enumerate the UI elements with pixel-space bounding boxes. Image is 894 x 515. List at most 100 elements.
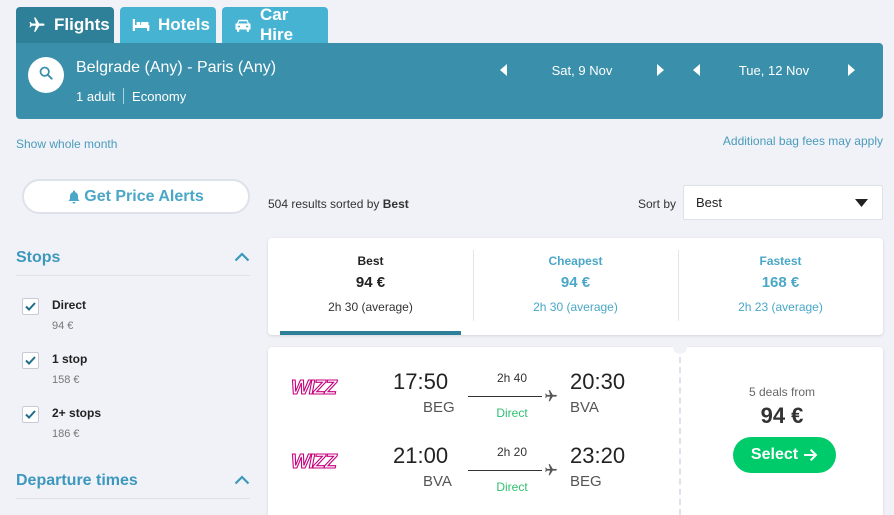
plane-icon — [545, 390, 557, 402]
arrive-time: 23:20 — [570, 443, 626, 468]
depart-prev-button[interactable] — [495, 61, 513, 79]
result-card[interactable]: WIZZ 17:50 BEG 2h 40 Direct 20:30 BVA WI… — [268, 340, 883, 515]
summary-average: 2h 23 (average) — [738, 300, 823, 314]
flight-leg-outbound: WIZZ 17:50 BEG 2h 40 Direct 20:30 BVA — [268, 367, 679, 427]
card-divider — [679, 347, 681, 515]
chevron-up-icon — [234, 249, 250, 267]
stops-filter-header[interactable]: Stops — [16, 249, 250, 276]
select-button-label: Select — [750, 446, 799, 463]
two-plus-stops-checkbox[interactable] — [22, 406, 39, 423]
depart-next-button[interactable] — [651, 61, 669, 79]
arrive-time: 20:30 — [570, 369, 626, 394]
summary-price: 94 € — [355, 274, 386, 291]
sort-select-value: Best — [696, 195, 723, 210]
summary-tab-fastest[interactable]: Fastest 168 € 2h 23 (average) — [678, 238, 883, 335]
results-count: 504 results sorted by Best — [268, 197, 409, 211]
select-button[interactable]: Select — [733, 437, 836, 473]
return-date[interactable]: Tue, 12 Nov — [706, 63, 842, 78]
tab-car-hire[interactable]: Car Hire — [222, 5, 328, 44]
search-button[interactable] — [28, 57, 64, 93]
sort-label: Sort by — [638, 197, 677, 211]
stops-option-direct: Direct 94 € — [22, 298, 86, 332]
ticket-notch — [673, 340, 687, 354]
checkmark-icon — [25, 302, 36, 311]
results-sorted-by: Best — [382, 197, 409, 211]
caret-left-icon — [500, 64, 507, 76]
depart-airport: BVA — [423, 473, 452, 490]
caret-right-icon — [657, 64, 664, 76]
flight-duration: 2h 20 — [496, 445, 528, 459]
tab-hotels-label: Hotels — [158, 15, 210, 34]
stops-option-label: 2+ stops — [52, 406, 102, 420]
arrow-right-icon — [804, 449, 818, 461]
return-prev-button[interactable] — [688, 61, 706, 79]
stops-option-2-plus: 2+ stops 186 € — [22, 406, 101, 440]
arrive-airport: BVA — [570, 399, 599, 416]
tab-flights-label: Flights — [54, 15, 110, 34]
bell-icon — [68, 190, 80, 204]
stops-text: Direct — [496, 406, 528, 420]
direct-checkbox[interactable] — [22, 298, 39, 315]
arrive-airport: BEG — [570, 473, 602, 490]
sort-select[interactable]: Best — [683, 185, 883, 220]
summary-price: 168 € — [761, 274, 800, 291]
summary-title: Fastest — [759, 254, 802, 268]
stops-option-price: 186 € — [52, 428, 80, 440]
results-count-text: 504 results sorted by — [268, 197, 380, 211]
depart-date-nav: Sat, 9 Nov — [495, 61, 669, 79]
car-icon — [234, 15, 252, 35]
stops-option-label: 1 stop — [52, 352, 88, 366]
price-alert-button[interactable]: Get Price Alerts — [22, 179, 250, 214]
stops-option-label: Direct — [52, 298, 87, 312]
tab-hotels[interactable]: Hotels — [120, 7, 216, 43]
search-icon — [39, 66, 53, 85]
stops-option-1-stop: 1 stop 158 € — [22, 352, 87, 386]
summary-title: Cheapest — [548, 254, 603, 268]
summary-tab-best[interactable]: Best 94 € 2h 30 (average) — [268, 238, 473, 335]
deals-count: 5 deals from — [748, 385, 816, 399]
price-alert-label: Get Price Alerts — [84, 187, 204, 205]
departure-times-filter-title: Departure times — [16, 472, 138, 489]
depart-airport: BEG — [423, 399, 455, 416]
return-next-button[interactable] — [842, 61, 860, 79]
summary-tab-cheapest[interactable]: Cheapest 94 € 2h 30 (average) — [473, 238, 678, 335]
cabin-class: Economy — [132, 88, 187, 104]
wizz-air-logo: WIZZ — [290, 449, 340, 473]
plane-icon — [545, 464, 557, 476]
chevron-up-icon — [234, 472, 250, 490]
flight-duration: 2h 40 — [496, 371, 528, 385]
departure-times-filter-header[interactable]: Departure times — [16, 472, 250, 499]
caret-right-icon — [848, 64, 855, 76]
return-date-nav: Tue, 12 Nov — [688, 61, 860, 79]
flight-line — [468, 470, 542, 471]
divider — [123, 88, 125, 104]
svg-text:WIZZ: WIZZ — [291, 451, 338, 473]
depart-date[interactable]: Sat, 9 Nov — [513, 63, 651, 78]
sort-summary-tabs: Best 94 € 2h 30 (average) Cheapest 94 € … — [268, 238, 883, 335]
summary-title: Best — [357, 254, 384, 268]
flight-line — [468, 396, 542, 397]
caret-left-icon — [693, 64, 700, 76]
deal-price: 94 € — [760, 403, 804, 428]
stops-option-price: 158 € — [52, 374, 80, 386]
depart-time: 21:00 — [393, 443, 449, 468]
checkmark-icon — [25, 356, 36, 365]
show-whole-month-link[interactable]: Show whole month — [16, 137, 117, 151]
passenger-count: 1 adult — [76, 88, 116, 104]
tab-flights[interactable]: Flights — [16, 7, 114, 43]
bag-fees-link[interactable]: Additional bag fees may apply — [723, 134, 883, 148]
tab-car-hire-label: Car Hire — [260, 5, 294, 44]
active-tab-indicator — [280, 331, 461, 335]
route-text[interactable]: Belgrade (Any) - Paris (Any) — [76, 59, 276, 77]
wizz-air-logo: WIZZ — [290, 375, 340, 399]
search-summary-bar: Belgrade (Any) - Paris (Any) 1 adult Eco… — [16, 43, 883, 119]
product-tabs: Flights Hotels Car Hire — [16, 5, 328, 44]
flight-leg-return: WIZZ 21:00 BVA 2h 20 Direct 23:20 BEG — [268, 441, 679, 501]
checkmark-icon — [25, 410, 36, 419]
svg-text:WIZZ: WIZZ — [291, 377, 338, 399]
passenger-info[interactable]: 1 adult Economy — [76, 88, 186, 104]
stops-option-price: 94 € — [52, 320, 74, 332]
one-stop-checkbox[interactable] — [22, 352, 39, 369]
plane-icon — [28, 15, 46, 35]
stops-text: Direct — [496, 480, 528, 494]
